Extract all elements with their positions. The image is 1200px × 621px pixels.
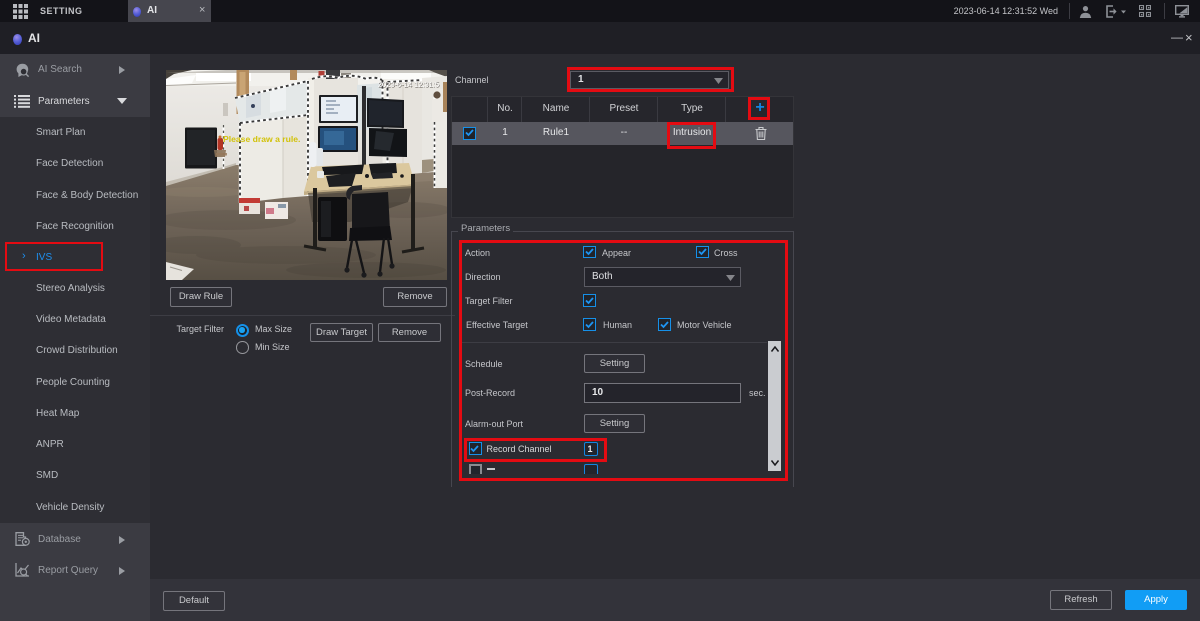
svg-text:Please draw a rule.: Please draw a rule. <box>223 134 300 144</box>
svg-text:2023-6-14 12:31:5: 2023-6-14 12:31:5 <box>378 80 439 89</box>
